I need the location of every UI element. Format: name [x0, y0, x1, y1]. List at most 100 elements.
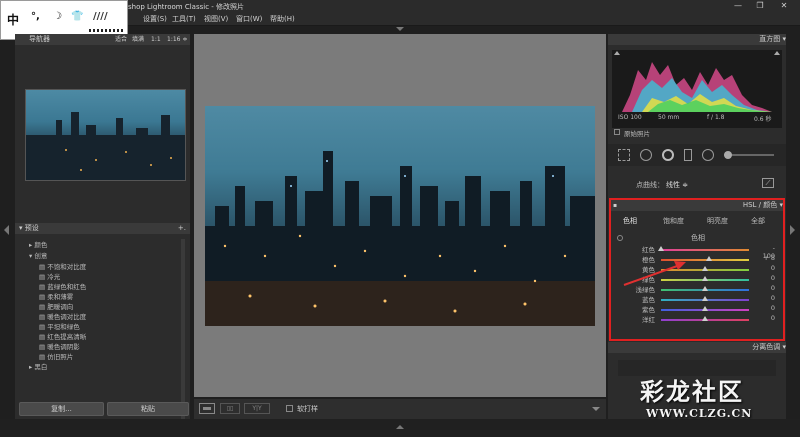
ime-skin-icon[interactable]: 👕: [71, 11, 83, 22]
preset-item[interactable]: ▤ 蓝绿色和红色: [39, 281, 187, 291]
preset-item[interactable]: ▤ 暖色调阴影: [39, 341, 187, 351]
soft-proof-checkbox[interactable]: [286, 405, 293, 412]
ime-punctuation[interactable]: °,: [31, 11, 40, 22]
highlight-clipping-icon[interactable]: [774, 51, 780, 55]
tool-strip: [608, 144, 786, 166]
preset-group-color[interactable]: ▸ 颜色: [29, 239, 187, 250]
histogram-header[interactable]: 直方图 ▾: [608, 34, 786, 45]
preset-group-bw[interactable]: ▸ 黑白: [29, 361, 187, 372]
minimize-button[interactable]: —: [730, 0, 746, 12]
target-adjust-icon[interactable]: [617, 235, 623, 241]
navigator-header[interactable]: 导航器 适合 填满 1:1 1:16 ≑: [15, 34, 190, 45]
split-toning-header[interactable]: 分离色调 ▾: [608, 342, 786, 353]
presets-tree: ▸ 颜色 ▾ 创意 ▤ 不饱和对比度 ▤ 冷光 ▤ 蓝绿色和红色 ▤ 柔和薄雾 …: [29, 239, 187, 372]
add-preset-button[interactable]: +.: [178, 223, 186, 234]
hsl-slider-value[interactable]: 0: [759, 264, 775, 272]
menu-window[interactable]: 窗口(W): [236, 14, 262, 24]
hsl-slider-track[interactable]: [661, 249, 749, 251]
zoom-1-1[interactable]: 1:1: [151, 34, 161, 45]
menu-view[interactable]: 视图(V): [204, 14, 228, 24]
curve-edit-icon[interactable]: ⟋: [762, 178, 774, 188]
ime-moon-icon[interactable]: ☽: [53, 11, 62, 22]
tab-luminance[interactable]: 明亮度: [707, 216, 728, 226]
close-button[interactable]: ✕: [776, 0, 792, 12]
preset-item[interactable]: ▤ 暖色调对比度: [39, 311, 187, 321]
hsl-slider-handle[interactable]: [702, 276, 708, 281]
main-photo[interactable]: [205, 106, 595, 326]
preset-item[interactable]: ▤ 冷光: [39, 271, 187, 281]
tab-hue[interactable]: 色相: [623, 216, 637, 226]
hsl-slider-value[interactable]: 0: [759, 304, 775, 312]
top-panel-toggle-icon[interactable]: [396, 27, 404, 31]
preset-item[interactable]: ▤ 红色提高清晰: [39, 331, 187, 341]
hsl-slider-handle[interactable]: [702, 266, 708, 271]
tab-saturation[interactable]: 饱和度: [663, 216, 684, 226]
maximize-button[interactable]: ❐: [752, 0, 768, 12]
histogram: ISO 100 50 mm f / 1.8 0.6 秒: [612, 50, 782, 128]
ime-chinese-mode[interactable]: 中: [7, 11, 19, 28]
brush-icon[interactable]: [724, 151, 732, 159]
hsl-header[interactable]: ▪ HSL / 颜色 ▾: [611, 200, 783, 211]
spot-removal-icon[interactable]: [640, 149, 652, 161]
point-curve-select[interactable]: 线性 ≑: [666, 180, 688, 190]
site-watermark: 彩龙社区 WWW.CLZG.CN: [636, 372, 786, 422]
preset-group-creative[interactable]: ▾ 创意: [29, 250, 187, 261]
menu-tools[interactable]: 工具(T): [172, 14, 196, 24]
split-toning-title: 分离色调: [752, 343, 781, 351]
presets-scrollbar[interactable]: [181, 239, 185, 419]
right-panel-toggle-icon[interactable]: [790, 225, 795, 235]
copy-settings-button[interactable]: 复制...: [19, 402, 104, 416]
preset-item[interactable]: ▤ 柔和薄雾: [39, 291, 187, 301]
preset-item[interactable]: ▤ 肥暖调向: [39, 301, 187, 311]
menu-settings[interactable]: 设置(S): [143, 14, 167, 24]
hsl-slider-handle[interactable]: [702, 296, 708, 301]
hsl-slider-value[interactable]: 0: [759, 284, 775, 292]
before-after-button[interactable]: ▯▯: [220, 403, 240, 414]
original-photo-checkbox[interactable]: [614, 129, 620, 135]
hsl-slider-row[interactable]: 蓝色 0: [611, 294, 783, 304]
zoom-fill[interactable]: 填满: [132, 34, 144, 45]
soft-proof-label: 软打样: [297, 405, 318, 413]
red-arrow-annotation: [623, 261, 686, 286]
hsl-slider-value[interactable]: 0: [759, 314, 775, 322]
menu-help[interactable]: 帮助(H): [270, 14, 295, 24]
hsl-slider-value[interactable]: 0: [759, 294, 775, 302]
main-photo-image: [205, 151, 595, 326]
zoom-fit[interactable]: 适合: [115, 34, 127, 45]
hsl-switch-icon[interactable]: ▪: [613, 200, 617, 211]
hsl-slider-handle[interactable]: [702, 306, 708, 311]
hsl-slider-value[interactable]: + 8: [759, 254, 775, 262]
paste-settings-button[interactable]: 粘贴: [107, 402, 189, 416]
hsl-slider-handle[interactable]: [702, 316, 708, 321]
hsl-slider-row[interactable]: 洋红 0: [611, 314, 783, 324]
preset-item[interactable]: ▤ 不饱和对比度: [39, 261, 187, 271]
navigator-preview[interactable]: [25, 89, 186, 181]
yy-view-button[interactable]: Y|Y: [244, 403, 270, 414]
ime-keyboard-icon[interactable]: ////: [93, 11, 108, 22]
graduated-filter-icon[interactable]: [684, 149, 692, 161]
crop-tool-icon[interactable]: [618, 149, 630, 161]
radial-filter-icon[interactable]: [702, 149, 714, 161]
toolbar-menu-icon[interactable]: [592, 407, 600, 411]
ime-grid-icon: [89, 29, 123, 32]
preset-item[interactable]: ▤ 平坦和绿色: [39, 321, 187, 331]
hsl-slider-row[interactable]: 紫色 0: [611, 304, 783, 314]
hsl-slider-value[interactable]: 0: [759, 274, 775, 282]
hsl-section-title: 色相: [691, 234, 705, 242]
filmstrip-toggle-icon[interactable]: [396, 425, 404, 429]
left-panel-toggle-icon[interactable]: [4, 225, 9, 235]
shadow-clipping-icon[interactable]: [614, 51, 620, 55]
red-eye-icon[interactable]: [662, 149, 674, 161]
loupe-view-button[interactable]: [199, 403, 215, 414]
hsl-slider-handle[interactable]: [658, 246, 664, 251]
hsl-slider-handle[interactable]: [702, 286, 708, 291]
presets-header[interactable]: ▾ 预设 +.: [15, 223, 190, 234]
zoom-1-16[interactable]: 1:16 ≑: [167, 34, 187, 45]
histogram-graph: [622, 62, 772, 112]
tab-all[interactable]: 全部: [751, 216, 765, 226]
preset-item[interactable]: ▤ 仿旧照片: [39, 351, 187, 361]
histogram-title: 直方图: [759, 35, 781, 43]
hsl-slider-handle[interactable]: [705, 256, 712, 261]
bottom-toolbar: ▯▯ Y|Y 软打样: [194, 399, 606, 419]
hsl-slider-row[interactable]: 红色 - 100: [611, 244, 783, 260]
